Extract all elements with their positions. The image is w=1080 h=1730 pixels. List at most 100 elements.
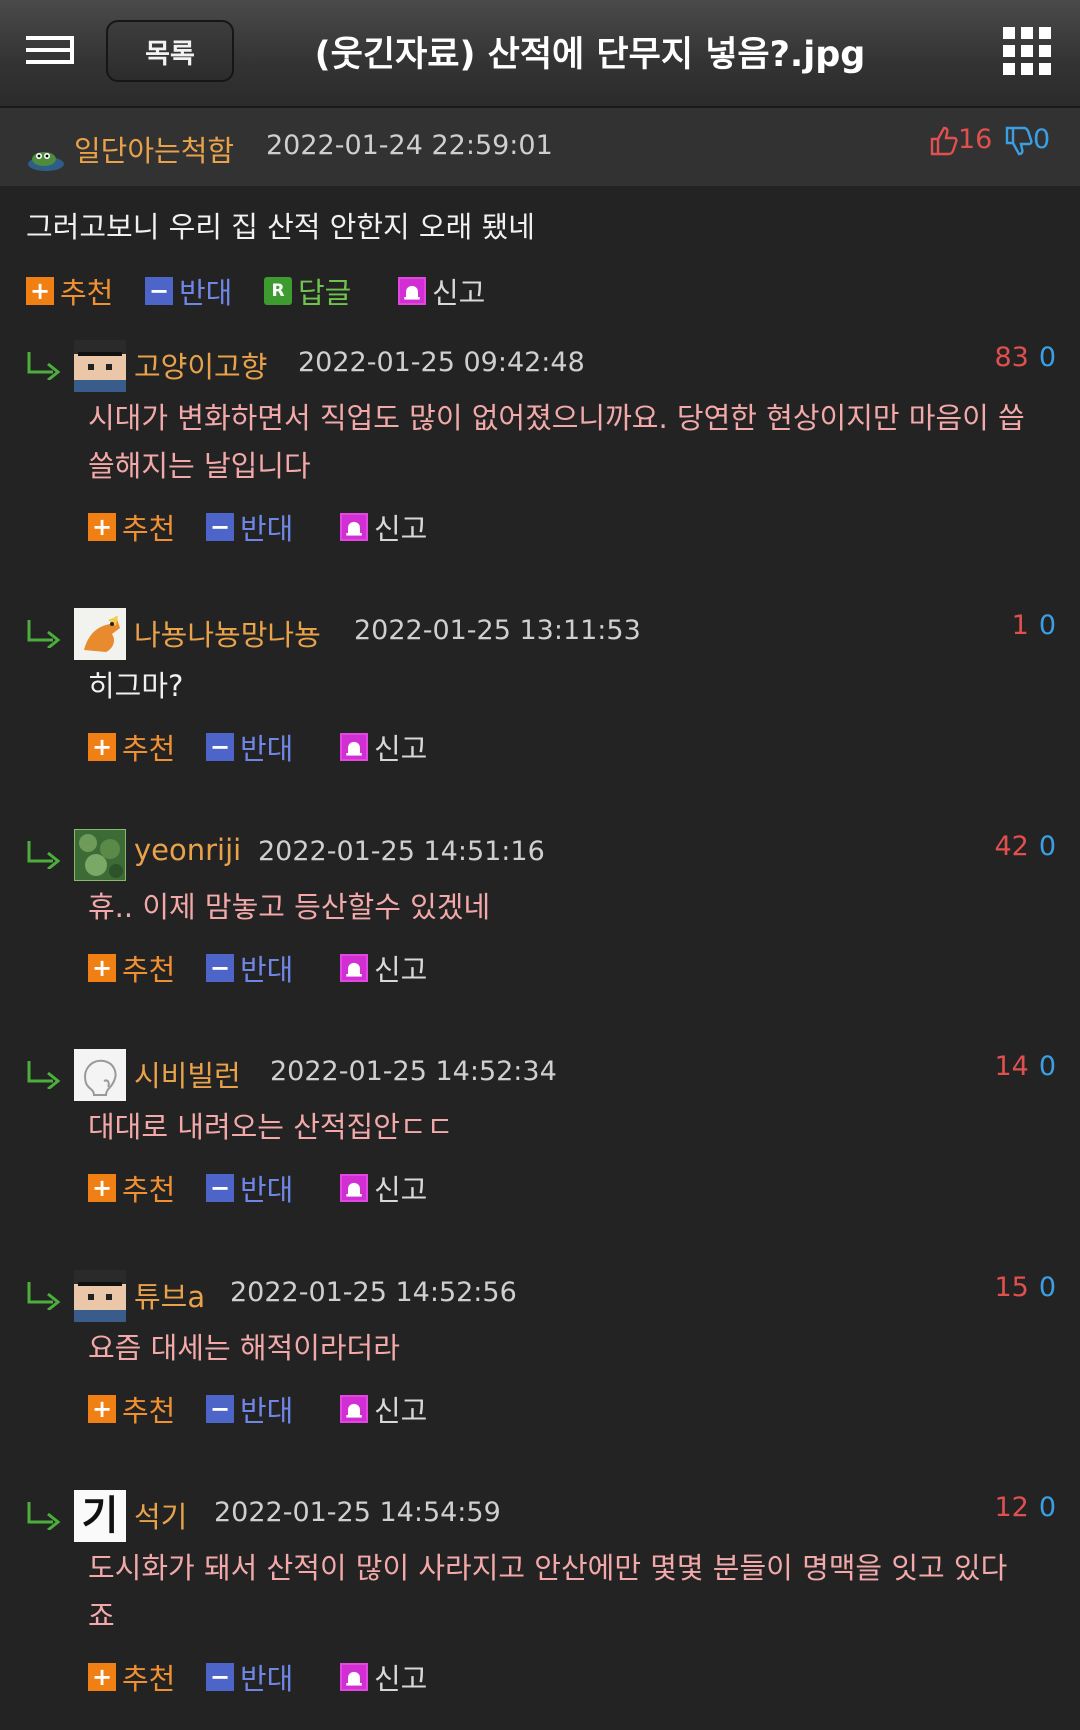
- comment-upvote-count: 1: [1011, 610, 1029, 641]
- comment-upvote-count: 15: [994, 1272, 1029, 1303]
- comment-text: 요즘 대세는 해적이라더라: [88, 1331, 400, 1365]
- comment-date: 2022-01-25 14:51:16: [258, 836, 545, 867]
- plus-icon: +: [88, 954, 116, 982]
- oppose-button[interactable]: − 반대: [206, 510, 293, 546]
- comment-downvote-count: 0: [1038, 610, 1056, 641]
- comment-author[interactable]: 시비빌런: [134, 1053, 241, 1095]
- report-label: 신고: [374, 732, 428, 766]
- minus-icon: −: [206, 954, 234, 982]
- oppose-label: 반대: [240, 512, 294, 546]
- plus-icon: +: [88, 513, 116, 541]
- frog-avatar-icon: [28, 152, 64, 171]
- comment-upvote-count: 83: [994, 342, 1029, 373]
- report-button[interactable]: 신고: [340, 1171, 427, 1207]
- comment-author[interactable]: 나뇽나뇽망나뇽: [134, 612, 321, 654]
- oppose-button[interactable]: − 반대: [206, 1392, 293, 1428]
- oppose-label: 반대: [240, 1662, 294, 1696]
- report-label: 신고: [374, 1173, 428, 1207]
- comment-text: 휴.. 이제 맘놓고 등산할수 있겠네: [88, 890, 491, 924]
- comment-votes: 83 0: [994, 342, 1056, 373]
- recommend-button[interactable]: + 추천: [88, 1660, 175, 1696]
- oppose-button[interactable]: − 반대: [206, 1171, 293, 1207]
- oppose-label: 반대: [240, 732, 294, 766]
- reply-r-icon: R: [264, 277, 292, 305]
- siren-icon: [398, 277, 426, 305]
- comment-author[interactable]: yeonriji: [134, 833, 241, 867]
- post-date: 2022-01-24 22:59:01: [266, 130, 553, 161]
- report-button[interactable]: 신고: [340, 730, 427, 766]
- oppose-label: 반대: [240, 953, 294, 987]
- oppose-button[interactable]: − 반대: [206, 1660, 293, 1696]
- recommend-label: 추천: [122, 1173, 176, 1207]
- report-button[interactable]: 신고: [340, 1392, 427, 1428]
- recommend-button[interactable]: + 추천: [88, 951, 175, 987]
- recommend-button[interactable]: + 추천: [88, 510, 175, 546]
- recommend-button[interactable]: + 추천: [26, 274, 113, 310]
- thumbs-down-icon[interactable]: [1005, 126, 1033, 156]
- siren-icon: [340, 1663, 368, 1691]
- oppose-button[interactable]: − 반대: [206, 730, 293, 766]
- report-button[interactable]: 신고: [340, 1660, 427, 1696]
- comment-avatar[interactable]: [74, 608, 126, 660]
- recommend-button[interactable]: + 추천: [88, 730, 175, 766]
- recommend-label: 추천: [122, 1394, 176, 1428]
- reply-button[interactable]: R 답글: [264, 274, 351, 310]
- oppose-label: 반대: [179, 276, 233, 310]
- comment-author[interactable]: 고양이고향: [134, 344, 267, 386]
- comment-votes: 12 0: [994, 1492, 1056, 1523]
- comment-downvote-count: 0: [1038, 1492, 1056, 1523]
- report-label: 신고: [374, 1662, 428, 1696]
- comment-date: 2022-01-25 14:52:34: [270, 1056, 557, 1087]
- comment-date: 2022-01-25 13:11:53: [354, 615, 641, 646]
- comment-avatar[interactable]: [74, 340, 126, 392]
- comment-votes: 14 0: [994, 1051, 1056, 1082]
- comment-avatar[interactable]: [74, 1049, 126, 1101]
- report-button[interactable]: 신고: [340, 951, 427, 987]
- comment-date: 2022-01-25 14:54:59: [214, 1497, 501, 1528]
- plus-icon: +: [88, 1174, 116, 1202]
- recommend-button[interactable]: + 추천: [88, 1392, 175, 1428]
- comment-text: 시대가 변화하면서 직업도 많이 없어졌으니까요. 당연한 현상이지만 마음이 …: [88, 401, 1025, 435]
- comment-author[interactable]: 석기: [134, 1494, 187, 1536]
- oppose-button[interactable]: − 반대: [206, 951, 293, 987]
- grid-icon[interactable]: [1003, 27, 1051, 75]
- minus-icon: −: [206, 1663, 234, 1691]
- page-title: (웃긴자료) 산적에 단무지 넣음?.jpg: [314, 35, 866, 75]
- comment-downvote-count: 0: [1038, 831, 1056, 862]
- siren-icon: [340, 1174, 368, 1202]
- recommend-label: 추천: [122, 732, 176, 766]
- reply-arrow-icon: [27, 1061, 61, 1089]
- report-button[interactable]: 신고: [398, 274, 485, 310]
- reply-arrow-icon: [27, 841, 61, 869]
- reply-arrow-icon: [27, 620, 61, 648]
- report-button[interactable]: 신고: [340, 510, 427, 546]
- post-author[interactable]: 일단아는척함: [74, 128, 234, 170]
- minus-icon: −: [206, 1174, 234, 1202]
- comment-text: 쓸해지는 날입니다: [88, 449, 311, 483]
- comment-votes: 10: [1012, 610, 1056, 641]
- post-votes: 16 0: [930, 124, 1050, 156]
- thumbs-up-icon[interactable]: [930, 126, 958, 156]
- reply-arrow-icon: [27, 352, 61, 380]
- comment-avatar[interactable]: 기: [74, 1490, 126, 1542]
- comment-author[interactable]: 튜브a: [134, 1274, 205, 1316]
- minus-icon: −: [206, 1395, 234, 1423]
- recommend-button[interactable]: + 추천: [88, 1171, 175, 1207]
- oppose-button[interactable]: − 반대: [145, 274, 232, 310]
- plus-icon: +: [26, 277, 54, 305]
- comment-downvote-count: 0: [1038, 1051, 1056, 1082]
- comment-upvote-count: 14: [994, 1051, 1029, 1082]
- reply-label: 답글: [298, 276, 352, 310]
- siren-icon: [340, 1395, 368, 1423]
- recommend-label: 추천: [122, 512, 176, 546]
- comment-avatar[interactable]: [73, 828, 127, 882]
- report-label: 신고: [432, 276, 486, 310]
- hamburger-icon[interactable]: [26, 36, 78, 66]
- comment-date: 2022-01-25 09:42:48: [298, 347, 585, 378]
- post-downvote-count: 0: [1032, 124, 1051, 155]
- comment-date: 2022-01-25 14:52:56: [230, 1277, 517, 1308]
- list-button[interactable]: 목록: [106, 20, 234, 82]
- plus-icon: +: [88, 1395, 116, 1423]
- reply-arrow-icon: [27, 1282, 61, 1310]
- comment-avatar[interactable]: [74, 1270, 126, 1322]
